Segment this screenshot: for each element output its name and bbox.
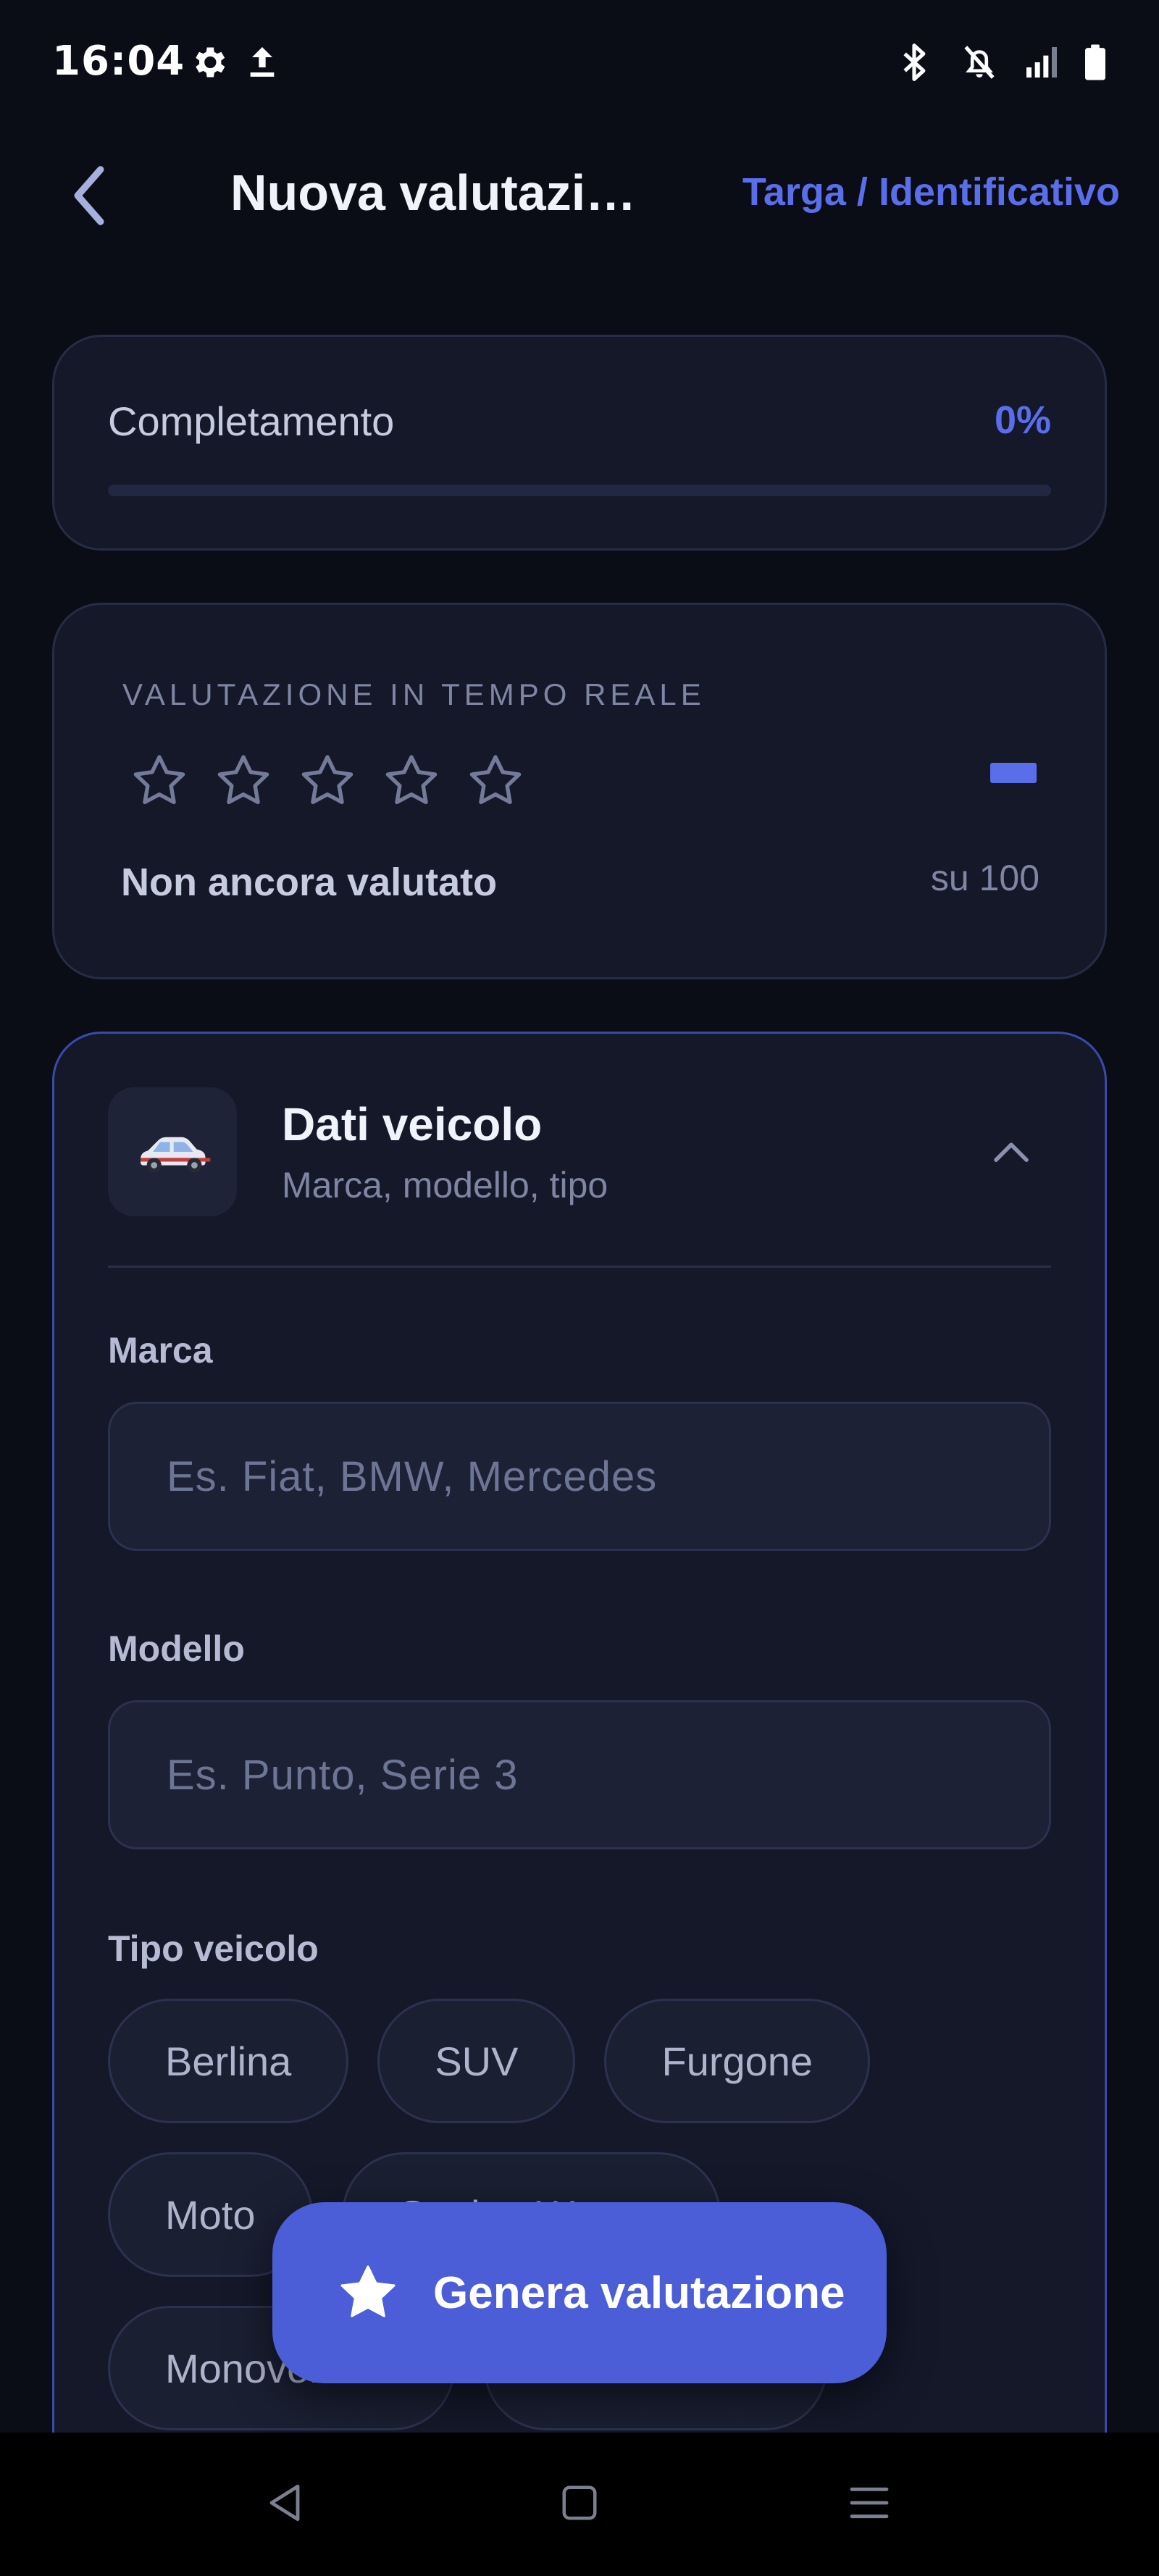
menu-icon <box>850 2487 889 2519</box>
star-outline-icon <box>469 755 522 805</box>
star-icon <box>340 2265 396 2317</box>
plate-identifier-link[interactable]: Targa / Identificativo <box>742 170 1120 214</box>
realtime-rating-card: VALUTAZIONE IN TEMPO REALE Non ancora va… <box>52 603 1107 979</box>
bluetooth-icon <box>903 43 926 81</box>
section-subtitle: Marca, modello, tipo <box>282 1165 608 1205</box>
vehicle-type-label: Tipo veicolo <box>108 1928 319 1969</box>
section-divider <box>108 1266 1051 1268</box>
status-bar: 16:04 <box>0 0 1159 130</box>
back-triangle-icon <box>269 2484 300 2522</box>
gear-icon <box>196 47 225 78</box>
battery-icon <box>1085 44 1105 80</box>
star-outline-icon <box>385 755 438 805</box>
completion-progress-bar <box>108 485 1051 496</box>
system-navigation-bar <box>0 2433 1159 2576</box>
star-outline-icon <box>133 755 185 805</box>
generate-rating-button[interactable]: Genera valutazione <box>272 2202 887 2383</box>
vehicle-type-chip-suv[interactable]: SUV <box>377 1999 576 2123</box>
brand-label: Marca <box>108 1330 213 1371</box>
section-title: Dati veicolo <box>282 1098 543 1150</box>
rating-stars <box>128 750 527 812</box>
model-label: Modello <box>108 1628 245 1669</box>
signal-icon <box>1026 47 1057 78</box>
nav-home-button[interactable] <box>540 2463 619 2543</box>
completion-label: Completamento <box>108 398 395 444</box>
vehicle-type-chip-furgone[interactable]: Furgone <box>604 1999 871 2123</box>
star-outline-icon <box>217 755 269 805</box>
rating-scale: su 100 <box>930 858 1039 898</box>
status-time: 16:04 <box>52 38 185 85</box>
rating-status: Non ancora valutato <box>121 861 498 904</box>
page-title: Nuova valutazi… <box>230 164 637 221</box>
model-input[interactable] <box>108 1700 1051 1849</box>
nav-menu-button[interactable] <box>829 2463 909 2543</box>
completion-percentage: 0% <box>994 398 1051 442</box>
back-button[interactable] <box>57 159 122 232</box>
rating-score: – <box>990 763 1037 783</box>
collapse-section-button[interactable] <box>979 1119 1044 1184</box>
vehicle-icon-tile <box>108 1087 237 1216</box>
app-bar: Nuova valutazi… Targa / Identificativo <box>0 130 1159 261</box>
completion-card: Completamento 0% <box>52 335 1107 551</box>
rating-eyebrow: VALUTAZIONE IN TEMPO REALE <box>122 677 706 711</box>
vehicle-type-chip-berlina[interactable]: Berlina <box>108 1999 349 2123</box>
chevron-left-icon <box>74 166 104 225</box>
brand-input[interactable] <box>108 1402 1051 1551</box>
home-square-icon <box>562 2485 597 2520</box>
upload-icon <box>250 47 275 77</box>
nav-back-button[interactable] <box>246 2463 326 2543</box>
star-outline-icon <box>301 755 353 805</box>
notifications-off-icon <box>964 46 995 79</box>
car-icon <box>141 1137 211 1173</box>
generate-rating-label: Genera valutazione <box>433 2267 845 2318</box>
chevron-up-icon <box>994 1142 1029 1162</box>
